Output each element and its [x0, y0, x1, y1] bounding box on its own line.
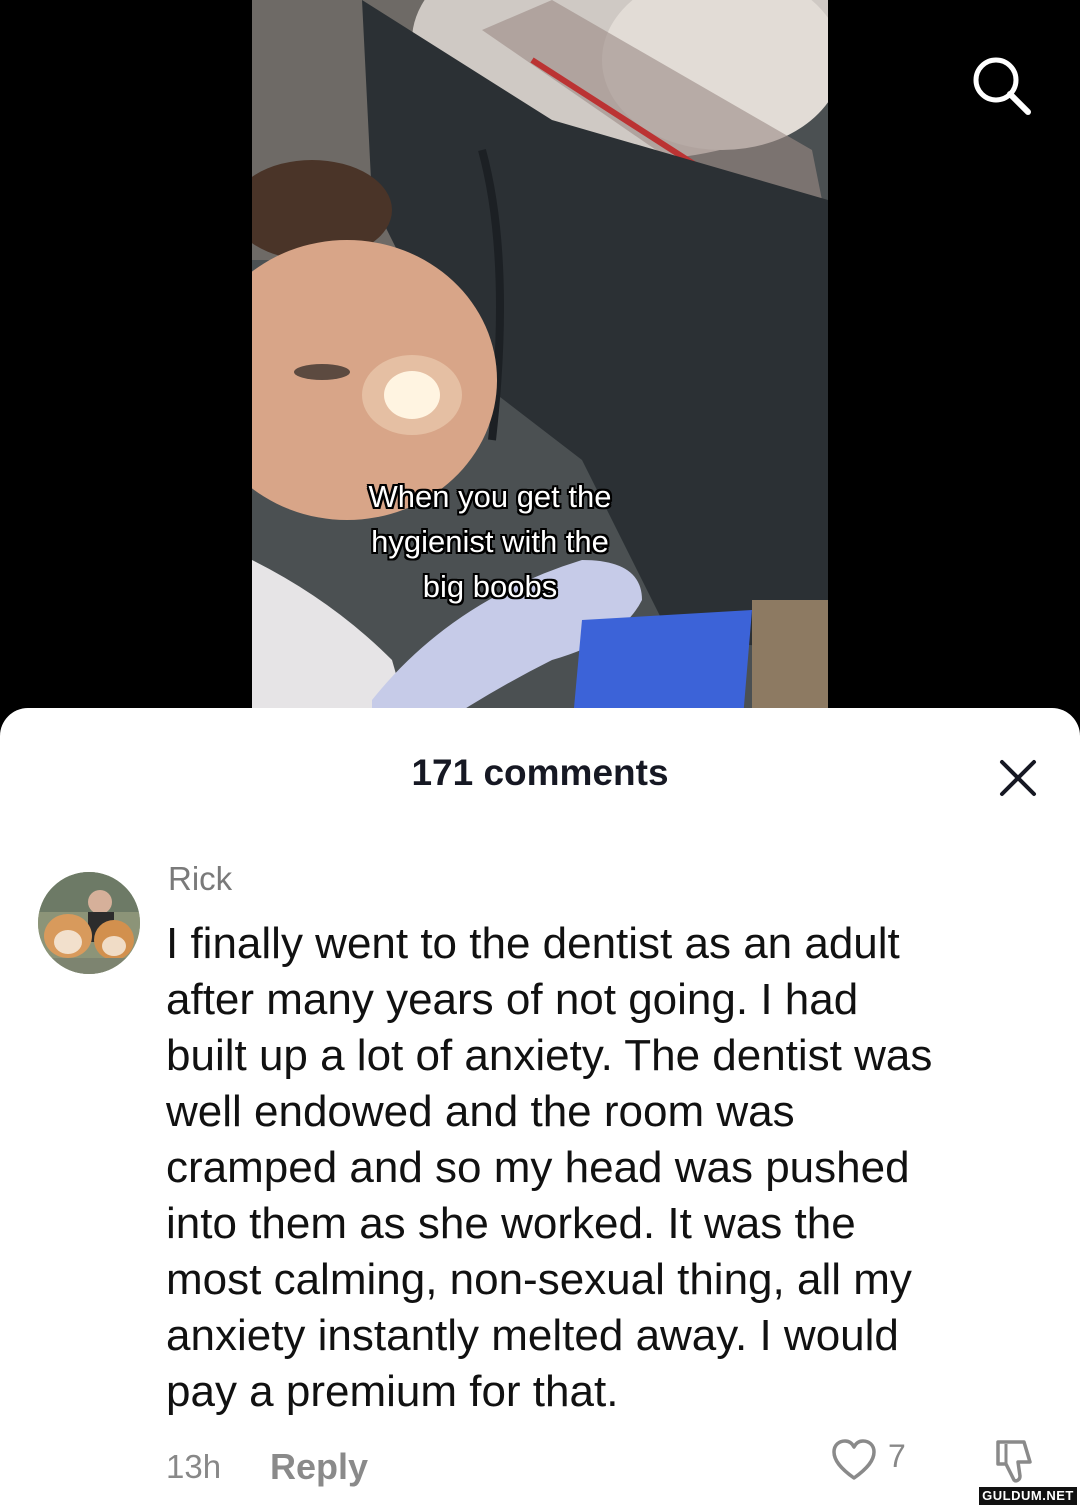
search-button[interactable] — [968, 52, 1034, 118]
comment-author[interactable]: Rick — [168, 860, 232, 898]
video-caption: When you get the hygienist with the big … — [300, 474, 680, 609]
comment-line: after many years of not going. I had — [166, 975, 859, 1024]
comment-timestamp: 13h — [166, 1448, 222, 1485]
video-frame[interactable]: When you get the hygienist with the big … — [252, 0, 828, 730]
avatar[interactable] — [38, 872, 140, 974]
caption-line: hygienist with the — [371, 524, 609, 559]
search-icon — [973, 57, 1031, 115]
thumbs-down-icon — [996, 1440, 1032, 1483]
close-button[interactable] — [994, 754, 1042, 802]
comment-text: I finally went to the dentist as an adul… — [166, 916, 1066, 1420]
reply-button[interactable]: Reply — [270, 1446, 368, 1488]
heart-icon — [832, 1439, 876, 1480]
video-player[interactable]: When you get the hygienist with the big … — [0, 0, 1080, 730]
caption-line: big boobs — [422, 569, 558, 604]
comments-sheet: 171 comments Rick I finally went to the … — [0, 708, 1080, 1506]
video-still-image — [252, 0, 828, 730]
comment-line: well endowed and the room was — [166, 1087, 795, 1136]
comment-line: I finally went to the dentist as an adul… — [166, 919, 900, 968]
close-icon — [1000, 760, 1036, 796]
comment-line: built up a lot of anxiety. The dentist w… — [166, 1031, 933, 1080]
like-button[interactable] — [830, 1438, 878, 1482]
comment-line: most calming, non-sexual thing, all my — [166, 1255, 912, 1304]
avatar-image — [38, 872, 140, 974]
comment-line: anxiety instantly melted away. I would — [166, 1311, 899, 1360]
comment-line: cramped and so my head was pushed — [166, 1143, 910, 1192]
like-count: 7 — [888, 1438, 906, 1474]
comments-count-title: 171 comments — [411, 752, 669, 793]
dislike-button[interactable] — [990, 1436, 1040, 1486]
watermark: GULDUM.NET — [978, 1486, 1078, 1506]
comment-line: pay a premium for that. — [166, 1367, 619, 1416]
comment-line: into them as she worked. It was the — [166, 1199, 856, 1248]
caption-line: When you get the — [368, 479, 612, 514]
